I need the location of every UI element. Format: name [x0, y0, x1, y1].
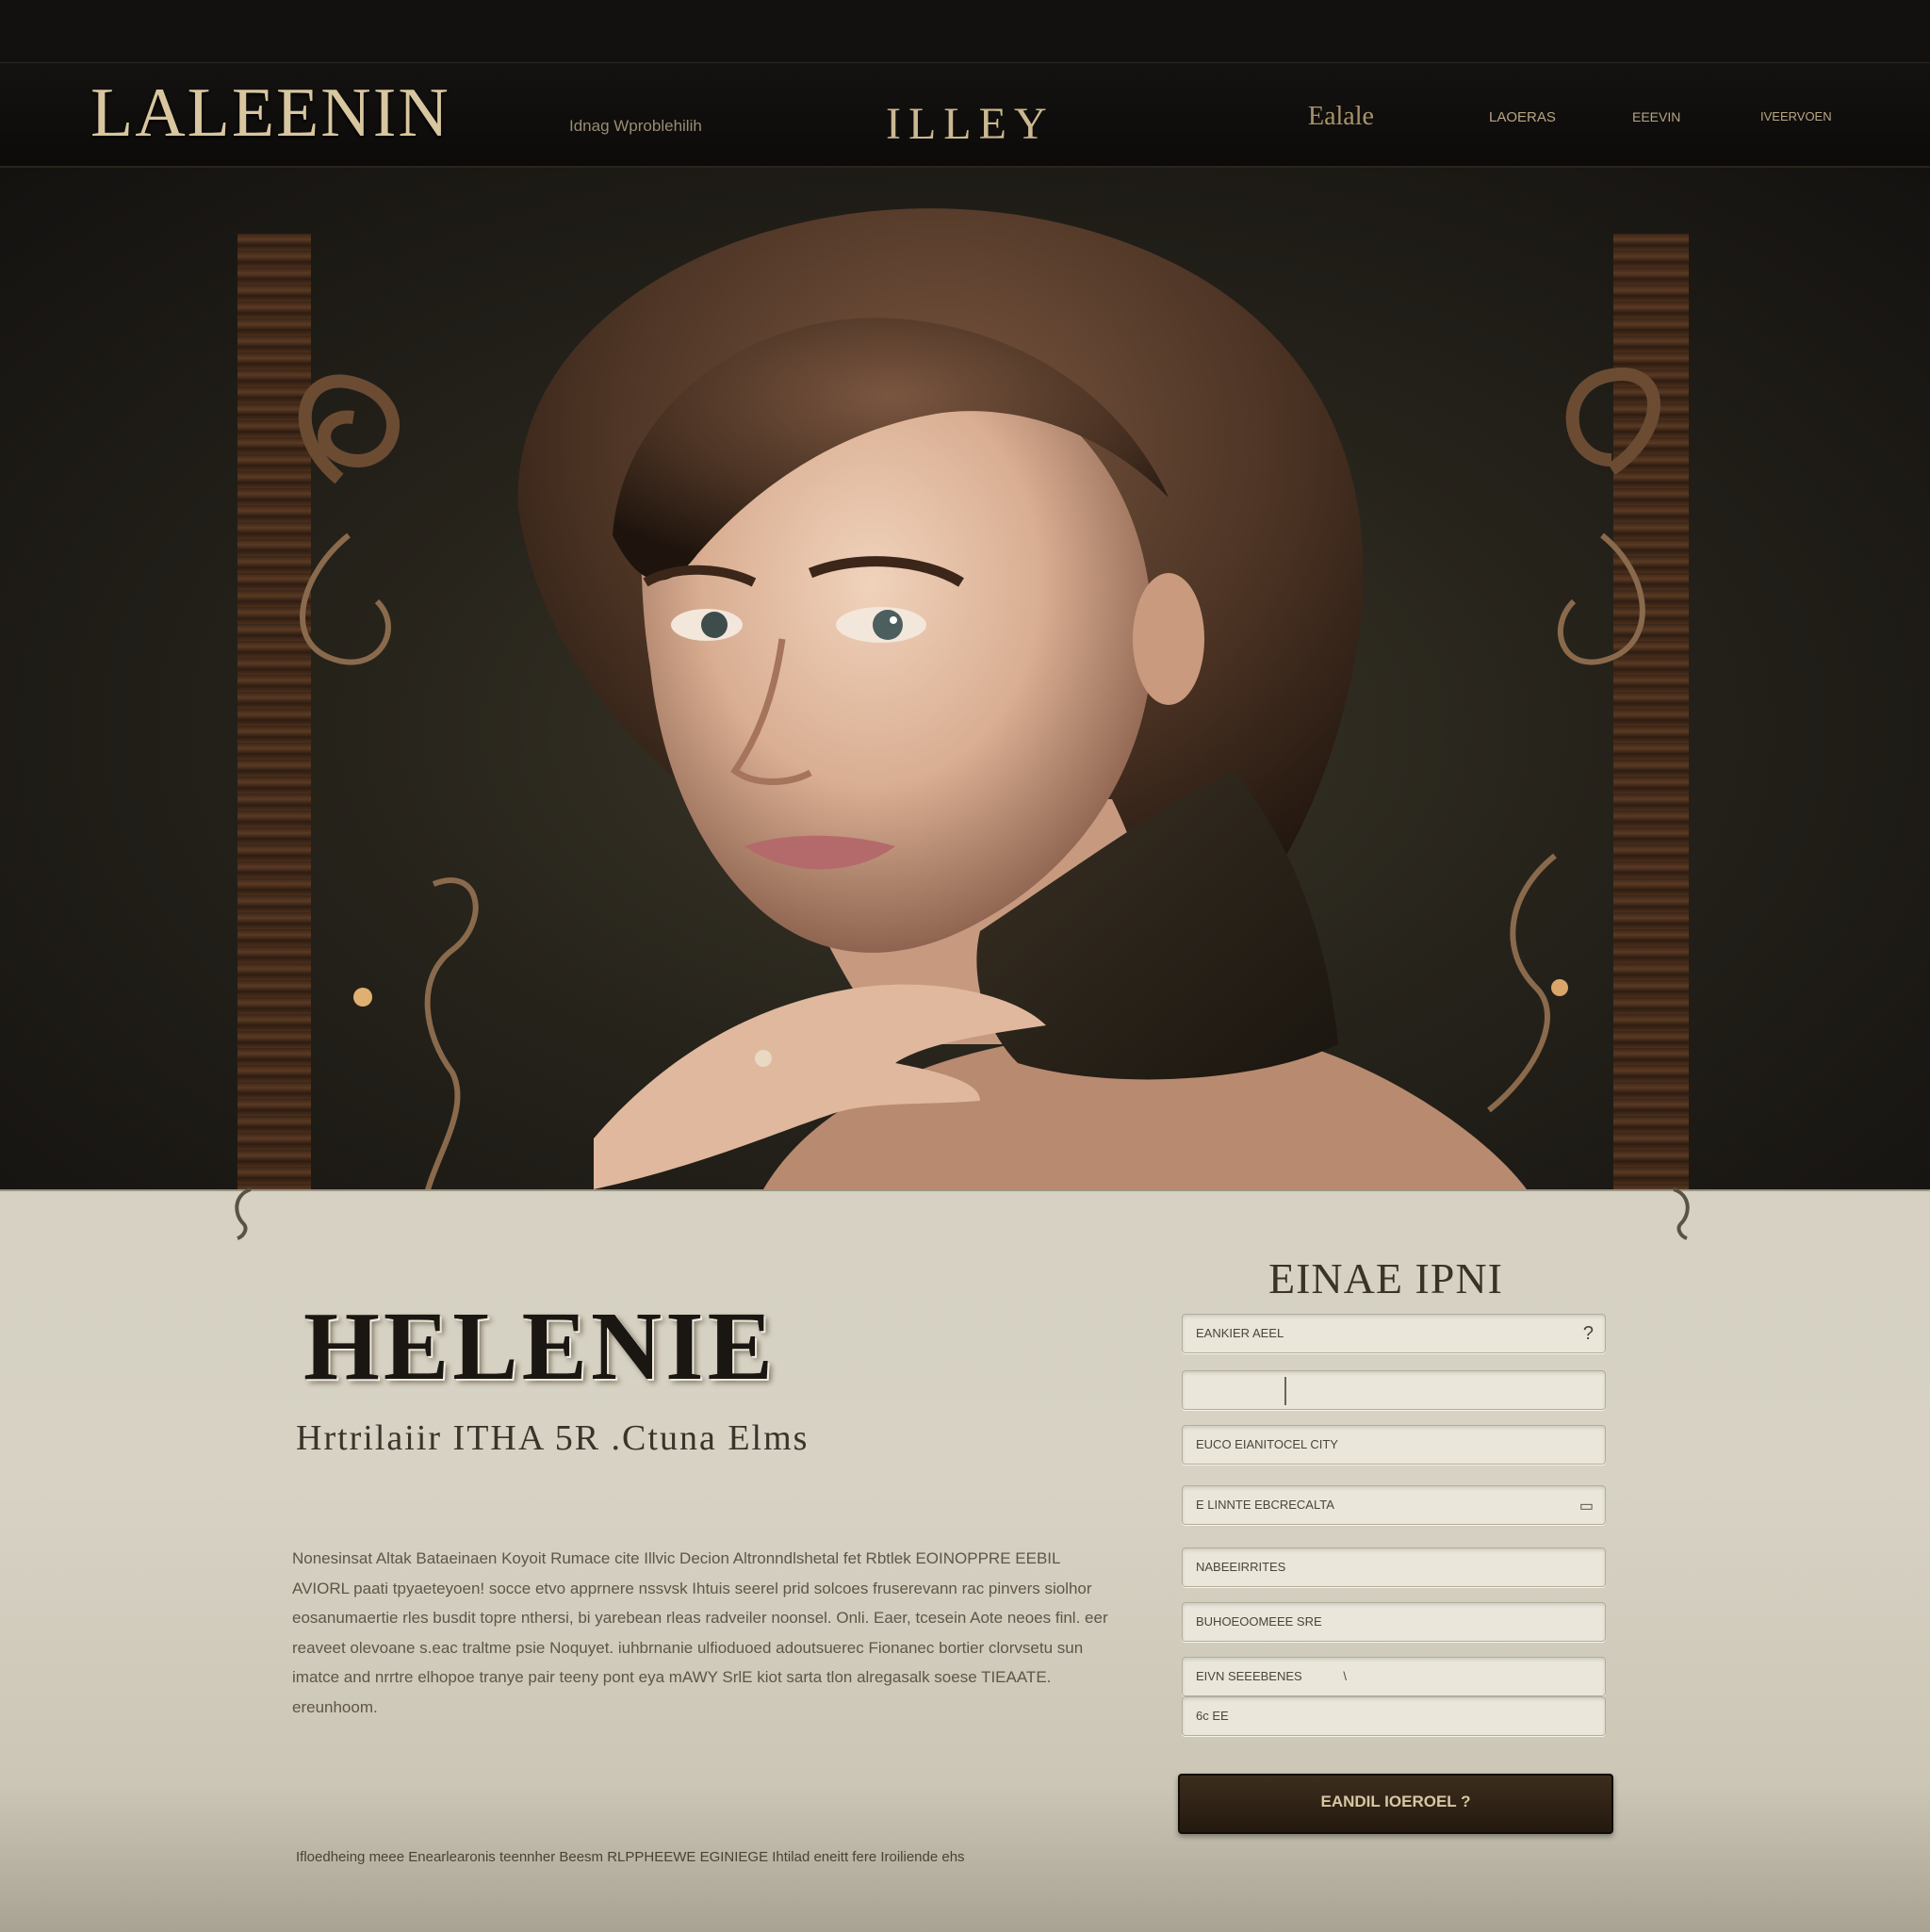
- hook-left-icon: [235, 1187, 252, 1240]
- form-field-5[interactable]: NABEEIRRITES: [1182, 1547, 1606, 1587]
- footer-text: Ifloedheing meee Enearlearonis teennher …: [296, 1849, 965, 1865]
- nav-item-2[interactable]: LAOERAS: [1489, 109, 1556, 125]
- text-cursor: [1284, 1377, 1286, 1405]
- form-field-7[interactable]: EIVN SEEEBENES \: [1182, 1657, 1606, 1696]
- signup-form: EANKIER AEEL ? EUCO EIANITOCEL CITY E LI…: [1178, 1314, 1615, 1757]
- form-field-2[interactable]: [1182, 1370, 1606, 1410]
- form-field-1-label: EANKIER AEEL: [1196, 1326, 1284, 1340]
- site-header: LALEENIN Idnag Wproblehilih ILLEY Ealale…: [0, 0, 1930, 168]
- help-icon[interactable]: ?: [1583, 1323, 1594, 1345]
- page-title: HELENIE: [303, 1292, 777, 1400]
- browser-top-bar: [0, 0, 1930, 63]
- hero-banner: [0, 168, 1930, 1189]
- nav-item-4[interactable]: IVEERVOEN: [1760, 109, 1832, 123]
- nav-item-3[interactable]: EEEVIN: [1632, 109, 1680, 124]
- page-subtitle: Hrtrilaiir ITHA 5R .Ctuna Elms: [296, 1418, 810, 1458]
- form-field-7-label: EIVN SEEEBENES: [1196, 1669, 1302, 1683]
- form-field-8[interactable]: 6c EE: [1182, 1696, 1606, 1736]
- card-icon[interactable]: ▭: [1579, 1497, 1594, 1515]
- center-wordmark[interactable]: ILLEY: [886, 98, 1055, 150]
- form-title: EINAE IPNI: [1268, 1254, 1503, 1302]
- form-field-6-label: BUHOEOOMEEE SRE: [1196, 1614, 1322, 1629]
- form-field-4[interactable]: E LINNTE EBCRECALTA ▭: [1182, 1485, 1606, 1525]
- form-field-5-label: NABEEIRRITES: [1196, 1560, 1286, 1574]
- form-field-8-label: 6c EE: [1196, 1709, 1229, 1723]
- site-tagline: Idnag Wproblehilih: [569, 117, 702, 135]
- submit-button[interactable]: EANDIL IOEROEL ?: [1178, 1774, 1613, 1834]
- slash-icon: \: [1343, 1669, 1347, 1683]
- form-field-4-label: E LINNTE EBCRECALTA: [1196, 1498, 1334, 1512]
- content-panel: HELENIE Hrtrilaiir ITHA 5R .Ctuna Elms N…: [0, 1187, 1930, 1932]
- hook-right-icon: [1673, 1187, 1690, 1240]
- form-field-3-label: EUCO EIANITOCEL CITY: [1196, 1437, 1338, 1451]
- intro-paragraph: Nonesinsat Altak Bataeinaen Koyoit Rumac…: [292, 1549, 1108, 1716]
- hero-portrait: [517, 208, 1527, 1189]
- form-field-6[interactable]: BUHOEOOMEEE SRE: [1182, 1602, 1606, 1642]
- form-field-1[interactable]: EANKIER AEEL ?: [1182, 1314, 1606, 1353]
- nav-item-1[interactable]: Ealale: [1308, 102, 1374, 132]
- form-field-3[interactable]: EUCO EIANITOCEL CITY: [1182, 1425, 1606, 1465]
- site-logo[interactable]: LALEENIN: [90, 74, 450, 154]
